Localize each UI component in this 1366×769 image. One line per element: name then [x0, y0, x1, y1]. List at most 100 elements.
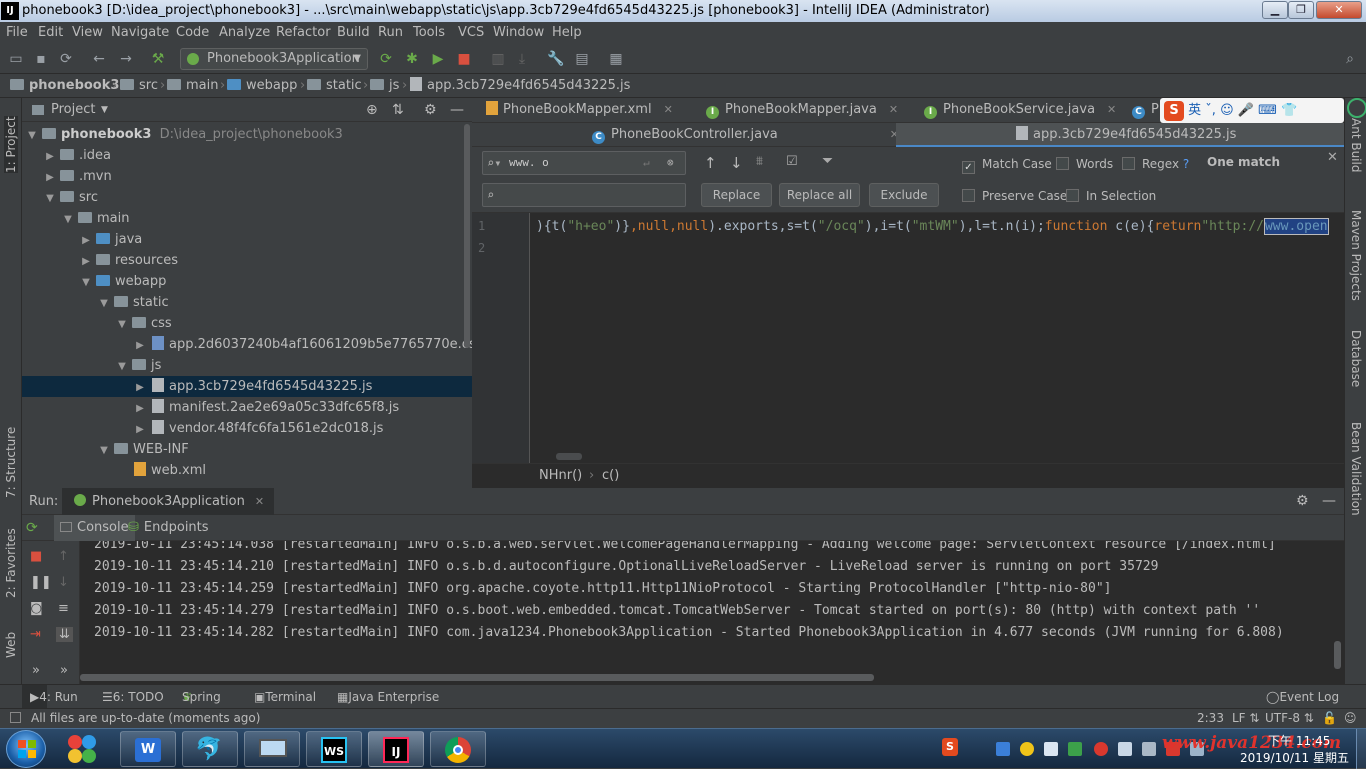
ime-toolbar[interactable]: S 英 ˇ, ☺ 🎤 ⌨ 👕 — [1160, 98, 1344, 123]
save-icon[interactable]: ▪ — [31, 49, 51, 69]
tab-endpoints[interactable]: ⛁ Endpoints — [128, 515, 209, 541]
pinwheel-app-icon[interactable] — [66, 733, 100, 765]
tab-app-js[interactable]: app.3cb729e4fd6545d43225.js✕ — [896, 123, 1358, 147]
tray-display-icon[interactable] — [1044, 742, 1058, 756]
breadcrumb-file[interactable]: app.3cb729e4fd6545d43225.js — [410, 74, 630, 98]
rerun-icon[interactable]: ⟳ — [376, 49, 396, 69]
menu-view[interactable]: View — [72, 22, 103, 44]
chevron-down-icon[interactable]: ▼ — [101, 98, 108, 122]
sync-icon[interactable]: ⟳ — [56, 49, 76, 69]
locate-icon[interactable]: ⊕ — [366, 98, 378, 122]
tray-update-icon[interactable] — [1020, 742, 1034, 756]
down-stack-icon[interactable]: ↓ — [58, 575, 69, 590]
run-tool-tab[interactable]: ▶ 4: Run — [22, 685, 78, 709]
tree-item-web-inf[interactable]: ▼ WEB-INF — [22, 439, 472, 460]
punctuation-icon[interactable]: ˇ, — [1205, 103, 1216, 118]
tree-item-idea[interactable]: ▶ .idea — [22, 145, 472, 166]
menu-help[interactable]: Help — [552, 22, 582, 44]
scroll-to-end-icon[interactable]: ⇊ — [56, 627, 73, 642]
replace-input[interactable]: ⌕ — [482, 183, 686, 207]
tab-console[interactable]: Console — [54, 515, 135, 541]
menu-tools[interactable]: Tools — [413, 22, 445, 44]
hide-icon[interactable]: — — [1322, 488, 1336, 515]
toggle-tool-windows-icon[interactable] — [10, 712, 21, 723]
exit-icon[interactable]: ⇥ — [30, 627, 41, 642]
menu-file[interactable]: File — [6, 22, 28, 44]
menu-window[interactable]: Window — [493, 22, 544, 44]
database-tool-button[interactable]: Database — [1349, 330, 1363, 387]
breadcrumb-src[interactable]: src — [120, 74, 158, 98]
tree-item-src[interactable]: ▼ src — [22, 187, 472, 208]
breadcrumb-function-c[interactable]: c() — [602, 464, 619, 488]
tab-phonebookmapper-java[interactable]: I PhoneBookMapper.java ✕ — [706, 98, 898, 122]
tray-network-icon[interactable] — [996, 742, 1010, 756]
tray-device-icon[interactable] — [1118, 742, 1132, 756]
breadcrumb-function-nhnr[interactable]: NHnr() — [539, 464, 582, 488]
taskbar-chrome[interactable] — [430, 731, 486, 767]
taskbar-webstorm[interactable]: WS — [306, 731, 362, 767]
back-icon[interactable]: ← — [89, 49, 109, 69]
close-find-icon[interactable]: ✕ — [1327, 150, 1338, 165]
menu-code[interactable]: Code — [176, 22, 209, 44]
search-everywhere-icon[interactable]: ⌕ — [1340, 49, 1360, 69]
match-case-checkbox[interactable]: ✓ Match Case — [962, 155, 1052, 174]
project-tool-button[interactable]: 1: Project — [4, 116, 18, 173]
tree-item-root[interactable]: ▼ phonebook3 D:\idea_project\phonebook3 — [22, 124, 472, 145]
project-scrollbar[interactable] — [464, 124, 470, 348]
settings-wrench-icon[interactable]: 🔧 — [546, 49, 566, 69]
todo-tool-tab[interactable]: ☰ 6: TODO — [102, 685, 164, 709]
vcs-update-icon[interactable]: ▥ — [488, 49, 508, 69]
menu-edit[interactable]: Edit — [38, 22, 63, 44]
run-tab-phonebook3[interactable]: Phonebook3Application ✕ — [62, 488, 275, 515]
event-log-tool-tab[interactable]: ◯ Event Log — [1266, 685, 1339, 709]
tree-item-css[interactable]: ▼ css — [22, 313, 472, 334]
run-coverage-icon[interactable]: ▶ — [428, 49, 448, 69]
structure-tool-button[interactable]: 7: Structure — [4, 427, 18, 498]
maximize-button[interactable]: ❐ — [1288, 1, 1314, 19]
tray-security-icon[interactable] — [1094, 742, 1108, 756]
tree-item-vendor-js[interactable]: ▶ vendor.48f4fc6fa1561e2dc018.js — [22, 418, 472, 439]
tree-item-web-xml[interactable]: web.xml — [22, 460, 472, 481]
tab-phonebookmapper-xml[interactable]: PhoneBookMapper.xml ✕ — [486, 98, 673, 122]
debug-icon[interactable]: ✱ — [402, 49, 422, 69]
terminal-tool-tab[interactable]: ▣ Terminal — [254, 685, 316, 709]
replace-all-button[interactable]: Replace all — [779, 183, 860, 207]
tray-monitor-icon[interactable] — [1142, 742, 1156, 756]
lock-icon[interactable]: 🔓 — [1322, 709, 1337, 728]
search-input[interactable]: ⌕▾ www. o ↵ ⊗ — [482, 151, 686, 175]
stop-icon[interactable]: ■ — [30, 549, 42, 564]
skin-icon[interactable]: 👕 — [1281, 103, 1297, 118]
taskbar-intellij[interactable]: IJ — [368, 731, 424, 767]
sdk-manager-icon[interactable]: ▦ — [606, 49, 626, 69]
tab-phonebookservice-java[interactable]: I PhoneBookService.java ✕ — [924, 98, 1116, 122]
editor-hscrollbar[interactable] — [556, 453, 582, 460]
filter-icon[interactable]: ⏷ — [822, 153, 833, 169]
inspector-icon[interactable]: ☺ — [1344, 709, 1357, 728]
tree-item-webapp[interactable]: ▼ webapp — [22, 271, 472, 292]
gear-icon[interactable]: ⚙ — [424, 98, 437, 122]
java-enterprise-tool-tab[interactable]: ▦ Java Enterprise — [337, 685, 439, 709]
tray-shield-icon[interactable] — [1068, 742, 1082, 756]
taskbar-computer[interactable] — [244, 731, 300, 767]
mic-icon[interactable]: 🎤 — [1238, 103, 1254, 118]
favorites-tool-button[interactable]: 2: Favorites — [4, 528, 18, 598]
stop-icon[interactable]: ■ — [454, 49, 474, 69]
taskbar-wps-word[interactable]: W — [120, 731, 176, 767]
tab-phonebookcontroller-java[interactable]: C PhoneBookController.java ✕ — [592, 123, 899, 147]
clock-time[interactable]: 下午 11:45 — [1268, 732, 1330, 749]
console-vscrollbar[interactable] — [1334, 641, 1341, 669]
tree-item-main[interactable]: ▼ main — [22, 208, 472, 229]
in-selection-checkbox[interactable]: In Selection — [1066, 187, 1156, 205]
hide-icon[interactable]: — — [450, 98, 464, 122]
project-view-select[interactable]: Project — [51, 98, 95, 122]
rerun-icon[interactable]: ⟳ — [26, 518, 38, 538]
tree-item-resources[interactable]: ▶ resources — [22, 250, 472, 271]
code-editor[interactable]: 1 2 ){t("h+eo")},null,null).exports,s=t(… — [472, 213, 1344, 463]
caret-position[interactable]: 2:33 — [1197, 709, 1224, 728]
breadcrumb-webapp[interactable]: webapp — [227, 74, 297, 98]
bean-validation-tool-button[interactable]: Bean Validation — [1349, 422, 1363, 516]
maven-projects-tool-button[interactable]: Maven Projects — [1349, 210, 1363, 301]
pause-icon[interactable]: ❚❚ — [30, 575, 52, 590]
emoji-icon[interactable]: ☺ — [1220, 103, 1234, 118]
gear-icon[interactable]: ⚙ — [1296, 488, 1309, 515]
